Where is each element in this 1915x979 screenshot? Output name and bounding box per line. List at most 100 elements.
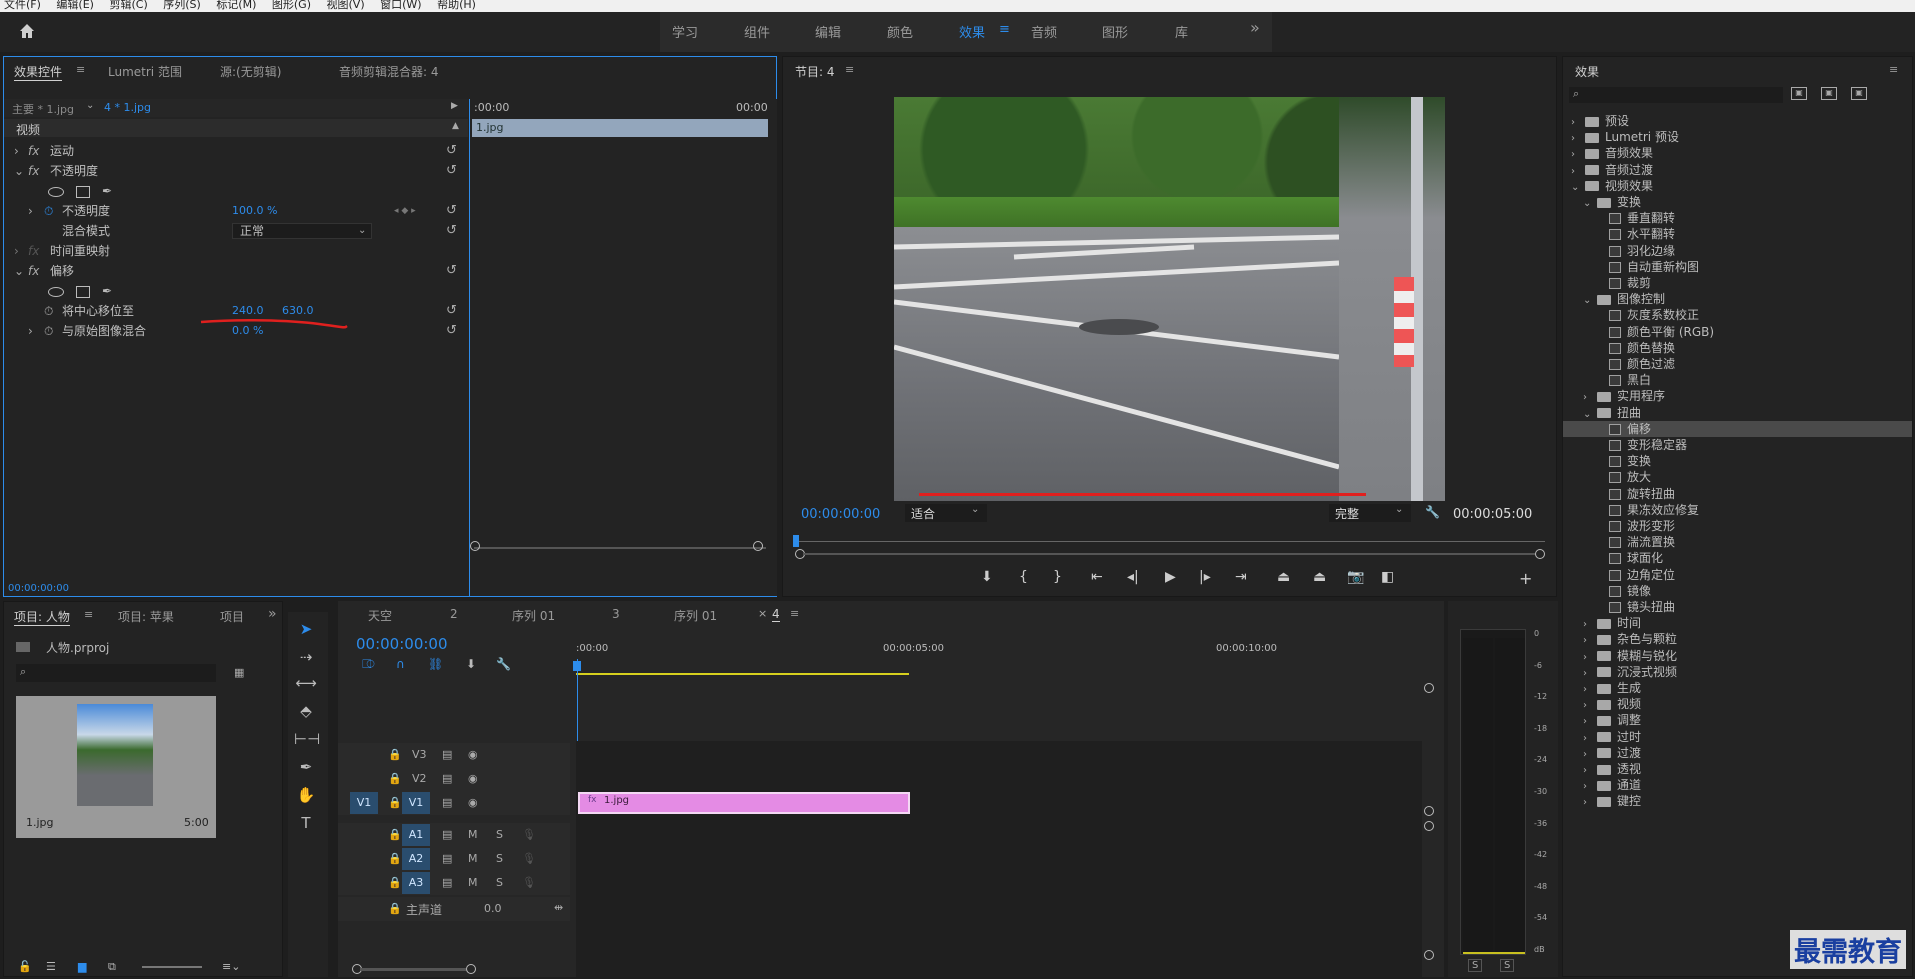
- mute-button[interactable]: M: [468, 828, 478, 841]
- track-target-a2[interactable]: A2: [402, 848, 430, 870]
- solo-left-button[interactable]: S: [1468, 959, 1483, 972]
- zoom-handle-left[interactable]: [470, 541, 480, 551]
- tab-project-apple[interactable]: 项目: 苹果: [118, 608, 174, 625]
- freeform-view-icon[interactable]: ⧉: [108, 960, 116, 974]
- pen-mask-icon[interactable]: ✒: [102, 281, 112, 301]
- playhead-marker[interactable]: [573, 661, 581, 671]
- add-marker-icon[interactable]: ⬇: [466, 657, 476, 671]
- fx-offset-row[interactable]: ⌄ fx 偏移 ↺: [4, 261, 468, 281]
- fx-motion-row[interactable]: › fx 运动 ↺: [4, 141, 468, 161]
- track-target-a3[interactable]: A3: [402, 872, 430, 894]
- menu-marker[interactable]: 标记(M): [216, 0, 256, 10]
- sync-lock-icon[interactable]: ▤: [442, 876, 452, 889]
- step-forward-icon[interactable]: |▸: [1199, 569, 1211, 585]
- effect-item[interactable]: 裁剪: [1563, 275, 1912, 291]
- workspace-graphics[interactable]: 图形: [1102, 22, 1128, 41]
- reset-icon[interactable]: ↺: [446, 141, 457, 161]
- tab-4[interactable]: 4: [772, 607, 780, 622]
- panel-menu-icon[interactable]: ≡: [76, 63, 85, 76]
- step-back-icon[interactable]: ◂|: [1127, 569, 1139, 585]
- effect-folder[interactable]: › 时间: [1563, 615, 1912, 631]
- program-timecode[interactable]: 00:00:00:00: [801, 507, 880, 522]
- expand-caret-icon[interactable]: ›: [14, 141, 19, 161]
- workspace-libraries[interactable]: 库: [1175, 22, 1188, 41]
- solo-button[interactable]: S: [496, 852, 503, 865]
- stopwatch-icon[interactable]: ⏱: [44, 321, 53, 341]
- panel-menu-icon[interactable]: ≡: [790, 607, 799, 620]
- sync-lock-icon[interactable]: ▤: [442, 852, 452, 865]
- effect-item[interactable]: 波形变形: [1563, 518, 1912, 534]
- effect-item[interactable]: 灰度系数校正: [1563, 307, 1912, 323]
- timeline-settings-icon[interactable]: 🔧: [496, 657, 511, 671]
- effect-folder[interactable]: ⌄ 扭曲: [1563, 405, 1912, 421]
- project-search-input[interactable]: ⌕: [16, 664, 216, 682]
- effect-folder[interactable]: ⌄ 视频效果: [1563, 178, 1912, 194]
- clip-selector-chevron-icon[interactable]: ⌄: [86, 100, 94, 111]
- effect-folder[interactable]: › 调整: [1563, 712, 1912, 728]
- effect-item[interactable]: 偏移: [1563, 420, 1912, 437]
- effect-item[interactable]: 旋转扭曲: [1563, 486, 1912, 502]
- workspace-effects[interactable]: 效果: [959, 22, 985, 41]
- blend-original-value[interactable]: 0.0 %: [232, 321, 263, 341]
- expand-caret-icon[interactable]: ›: [14, 241, 19, 261]
- 32bit-effects-icon[interactable]: ▣: [1821, 87, 1837, 100]
- ripple-edit-tool-icon[interactable]: ⟷: [294, 674, 318, 696]
- work-area-bar[interactable]: [576, 673, 909, 675]
- expand-caret-icon[interactable]: ›: [28, 201, 33, 221]
- go-to-edit-icon[interactable]: ⇹: [554, 901, 563, 914]
- menu-graphics[interactable]: 图形(G): [272, 0, 311, 10]
- effect-folder[interactable]: › 视频: [1563, 696, 1912, 712]
- effect-item[interactable]: 颜色平衡 (RGB): [1563, 324, 1912, 340]
- sync-lock-icon[interactable]: ▤: [442, 796, 452, 809]
- lock-icon[interactable]: 🔒: [388, 852, 402, 865]
- source-patch-v1[interactable]: V1: [350, 792, 378, 814]
- tab-source[interactable]: 源:(无剪辑): [220, 63, 281, 80]
- effect-item[interactable]: 放大: [1563, 469, 1912, 485]
- scroll-handle[interactable]: [1424, 950, 1434, 960]
- tab-lumetri-scopes[interactable]: Lumetri 范围: [108, 63, 182, 80]
- reset-icon[interactable]: ↺: [446, 321, 457, 341]
- reset-icon[interactable]: ↺: [446, 221, 457, 241]
- zoom-handle-right[interactable]: [1535, 549, 1545, 559]
- effect-folder[interactable]: › 过渡: [1563, 745, 1912, 761]
- mic-icon[interactable]: 🎙: [522, 852, 536, 865]
- mute-button[interactable]: M: [468, 876, 478, 889]
- scroll-handle[interactable]: [1424, 821, 1434, 831]
- effect-item[interactable]: 水平翻转: [1563, 226, 1912, 242]
- time-remap-row[interactable]: › fx 时间重映射: [4, 241, 468, 261]
- more-panels-icon[interactable]: »: [268, 606, 277, 622]
- clip-selector[interactable]: 4 * 1.jpg: [104, 101, 151, 114]
- effect-folder[interactable]: › 通道: [1563, 777, 1912, 793]
- rectangle-mask-icon[interactable]: [76, 286, 90, 298]
- effect-folder[interactable]: › 透视: [1563, 761, 1912, 777]
- slip-tool-icon[interactable]: ⊢⊣: [294, 730, 320, 752]
- eye-icon[interactable]: ◉: [468, 772, 478, 785]
- menu-sequence[interactable]: 序列(S): [163, 0, 201, 10]
- button-editor-plus-icon[interactable]: +: [1519, 569, 1532, 588]
- effect-item[interactable]: 球面化: [1563, 550, 1912, 566]
- panel-menu-icon[interactable]: ≡: [84, 608, 93, 621]
- razor-tool-icon[interactable]: ⬘: [294, 702, 318, 724]
- lock-icon[interactable]: 🔒: [388, 772, 402, 785]
- effect-item[interactable]: 变形稳定器: [1563, 437, 1912, 453]
- play-icon[interactable]: ▶: [1165, 569, 1176, 585]
- sort-icon[interactable]: ≡⌄: [222, 960, 240, 973]
- workspace-menu-icon[interactable]: ≡: [999, 22, 1010, 37]
- quality-select[interactable]: 完整 ⌄: [1329, 504, 1411, 522]
- selection-tool-icon[interactable]: ➤: [294, 620, 318, 642]
- effect-item[interactable]: 自动重新构图: [1563, 259, 1912, 275]
- effect-folder[interactable]: › 杂色与颗粒: [1563, 631, 1912, 647]
- extract-icon[interactable]: ⏏: [1313, 569, 1326, 585]
- rectangle-mask-icon[interactable]: [76, 186, 90, 198]
- pen-tool-icon[interactable]: ✒: [294, 758, 318, 780]
- lock-icon[interactable]: 🔒: [388, 748, 402, 761]
- opacity-value[interactable]: 100.0 %: [232, 201, 277, 221]
- effect-folder[interactable]: › 模糊与锐化: [1563, 648, 1912, 664]
- effect-folder[interactable]: › 音频过渡: [1563, 162, 1912, 178]
- menu-window[interactable]: 窗口(W): [380, 0, 421, 10]
- workspace-audio[interactable]: 音频: [1031, 22, 1057, 41]
- menu-view[interactable]: 视图(V): [327, 0, 365, 10]
- close-icon[interactable]: ×: [758, 607, 767, 620]
- effect-folder[interactable]: › Lumetri 预设: [1563, 129, 1912, 145]
- lift-icon[interactable]: ⏏: [1277, 569, 1290, 585]
